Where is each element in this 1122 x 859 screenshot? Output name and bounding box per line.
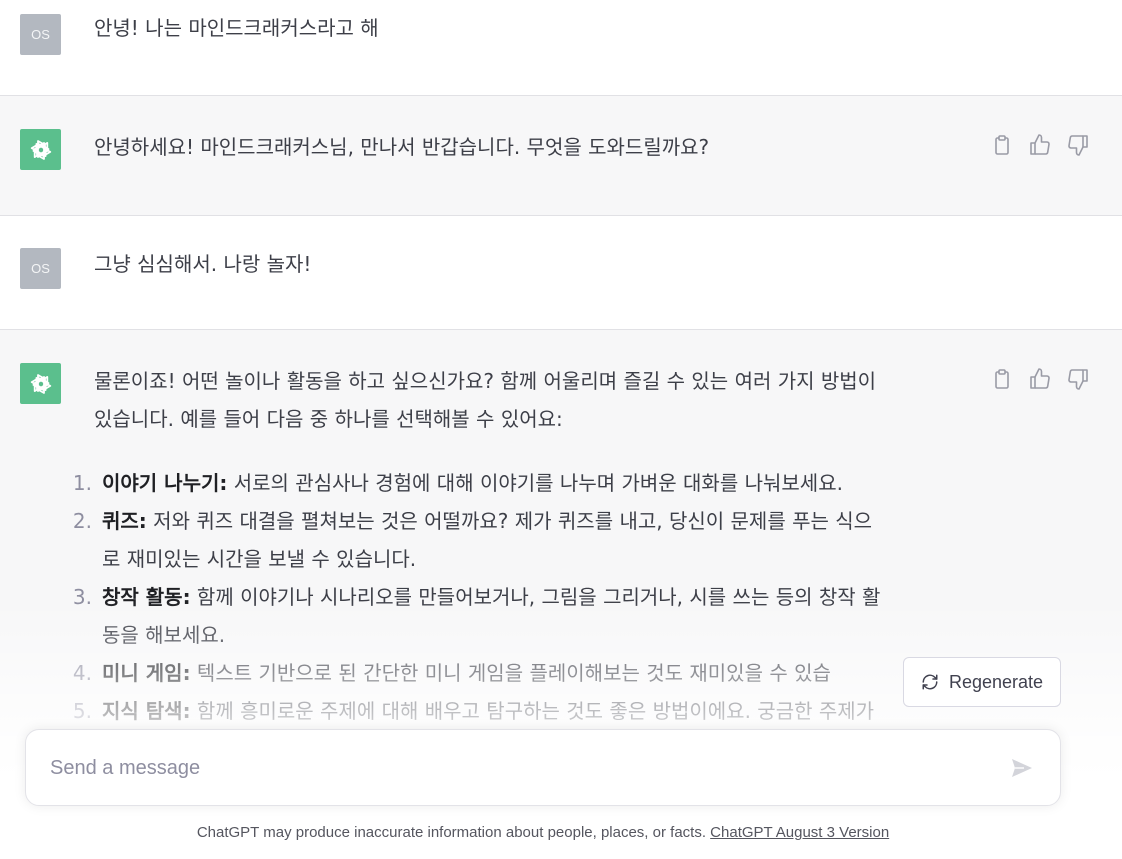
thumbs-down-icon[interactable]	[1066, 133, 1090, 157]
message-actions	[990, 133, 1090, 157]
list-item-text: 함께 이야기나 시나리오를 만들어보거나, 그림을 그리거나, 시를 쓰는 등의…	[196, 585, 881, 609]
list-number: 1.	[72, 471, 92, 495]
regenerate-button[interactable]: Regenerate	[903, 657, 1061, 707]
message-text: 그냥 심심해서. 나랑 놀자!	[94, 252, 312, 276]
list-item: 2. 퀴즈: 저와 퀴즈 대결을 펼쳐보는 것은 어떨까요? 제가 퀴즈를 내고…	[70, 502, 970, 578]
list-item-title: 지식 탐색:	[102, 699, 191, 723]
list-item-title: 미니 게임:	[102, 661, 191, 685]
list-item-text: 서로의 관심사나 경험에 대해 이야기를 나누며 가벼운 대화를 나눠보세요.	[233, 471, 843, 495]
message-input-box	[25, 729, 1061, 807]
list-item: 5. 지식 탐색: 함께 흥미로운 주제에 대해 배우고 탐구하는 것도 좋은 …	[70, 692, 970, 730]
list-item: 3. 창작 활동: 함께 이야기나 시나리오를 만들어보거나, 그림을 그리거나…	[70, 578, 970, 654]
list-item-title: 이야기 나누기:	[102, 471, 228, 495]
message-actions	[990, 367, 1090, 391]
message-text: 안녕! 나는 마인드크래커스라고 해	[94, 16, 379, 40]
openai-logo-icon	[30, 373, 51, 394]
options-list: 1. 이야기 나누기: 서로의 관심사나 경험에 대해 이야기를 나누며 가벼운…	[70, 464, 970, 730]
version-link[interactable]: ChatGPT August 3 Version	[710, 824, 889, 841]
intro-line: 물론이죠! 어떤 놀이나 활동을 하고 싶으신가요? 함께 어울리며 즐길 수 …	[94, 369, 877, 393]
regenerate-label: Regenerate	[948, 671, 1044, 692]
intro-line: 있습니다. 예를 들어 다음 중 하나를 선택해볼 수 있어요:	[94, 407, 563, 431]
message-user-1: OS 안녕! 나는 마인드크래커스라고 해	[0, 0, 1122, 95]
list-item-text: 함께 흥미로운 주제에 대해 배우고 탐구하는 것도 좋은 방법이에요. 궁금한…	[196, 699, 875, 723]
copy-icon[interactable]	[990, 367, 1014, 391]
openai-logo-icon	[30, 139, 51, 160]
copy-icon[interactable]	[990, 133, 1014, 157]
list-number: 3.	[72, 585, 92, 609]
message-assistant-1: 안녕하세요! 마인드크래커스님, 만나서 반갑습니다. 무엇을 도와드릴까요?	[0, 96, 1122, 215]
regenerate-icon	[922, 674, 938, 690]
message-text: 안녕하세요! 마인드크래커스님, 만나서 반갑습니다. 무엇을 도와드릴까요?	[94, 135, 710, 159]
list-item-text: 텍스트 기반으로 된 간단한 미니 게임을 플레이해보는 것도 재미있을 수 있…	[196, 661, 831, 685]
list-item-text: 동을 해보세요.	[102, 623, 226, 647]
chatgpt-avatar	[20, 129, 61, 170]
list-number: 2.	[72, 509, 92, 533]
user-avatar: OS	[20, 14, 61, 55]
list-item: 4. 미니 게임: 텍스트 기반으로 된 간단한 미니 게임을 플레이해보는 것…	[70, 654, 970, 692]
user-avatar: OS	[20, 248, 61, 289]
message-input[interactable]	[48, 730, 992, 807]
send-icon[interactable]	[1010, 756, 1034, 780]
chatgpt-avatar	[20, 363, 61, 404]
thumbs-down-icon[interactable]	[1066, 367, 1090, 391]
message-user-2: OS 그냥 심심해서. 나랑 놀자!	[0, 216, 1122, 329]
list-number: 4.	[72, 661, 92, 685]
thumbs-up-icon[interactable]	[1028, 133, 1052, 157]
list-item-title: 창작 활동:	[102, 585, 191, 609]
footer-text: ChatGPT may produce inaccurate informati…	[196, 824, 711, 841]
list-item: 1. 이야기 나누기: 서로의 관심사나 경험에 대해 이야기를 나누며 가벼운…	[70, 464, 970, 502]
footer-disclaimer: ChatGPT may produce inaccurate informati…	[0, 824, 1086, 841]
message-text: 물론이죠! 어떤 놀이나 활동을 하고 싶으신가요? 함께 어울리며 즐길 수 …	[94, 362, 974, 438]
list-item-title: 퀴즈:	[102, 509, 147, 533]
thumbs-up-icon[interactable]	[1028, 367, 1052, 391]
list-item-text: 저와 퀴즈 대결을 펼쳐보는 것은 어떨까요? 제가 퀴즈를 내고, 당신이 문…	[153, 509, 873, 533]
list-item-text: 로 재미있는 시간을 보낼 수 있습니다.	[102, 547, 417, 571]
list-number: 5.	[72, 699, 92, 723]
